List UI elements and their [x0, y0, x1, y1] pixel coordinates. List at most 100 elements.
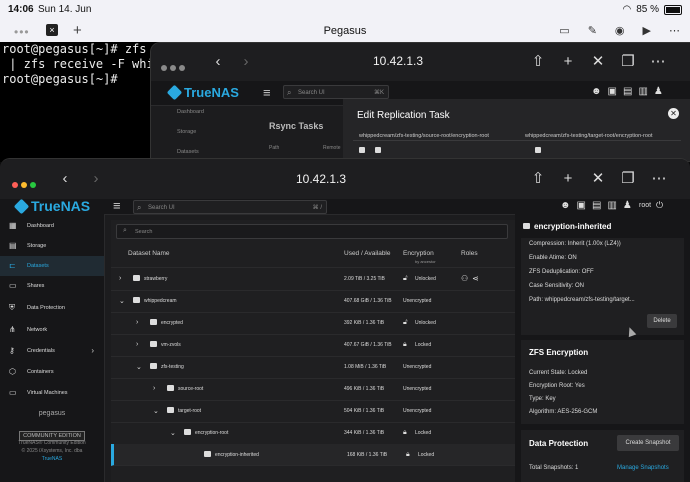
front-browser-window[interactable]: ‹ › 10.42.1.3 ⇧ + ✕ ❐ ⋯ TrueNAS ≡ ⌕ Searc…: [0, 158, 690, 482]
col-dataset-name[interactable]: Dataset Name: [128, 250, 170, 257]
sidebar-item-credentials[interactable]: ⚷ Credentials ›: [0, 341, 104, 361]
back-button[interactable]: ‹: [54, 169, 76, 189]
table-row[interactable]: › strawberry 2.09 TiB / 3.25 TiB 🔓︎ Unlocked…: [111, 268, 515, 291]
sidebar-item-containers[interactable]: ⬡ Containers: [0, 362, 104, 382]
source-path: whippedcream/zfs-testing/source-root/enc…: [359, 133, 489, 139]
sidebar-item-network[interactable]: ⋔ Network: [0, 320, 104, 340]
feedback-icon[interactable]: ☻: [560, 200, 571, 211]
back-nav-storage[interactable]: Storage: [177, 129, 196, 135]
table-row[interactable]: ⌄ encryption-root 344 KiB / 1.36 TiB 🔒︎ Lock…: [111, 422, 515, 445]
chevron-right-icon[interactable]: ›: [136, 319, 138, 326]
keyboard-icon[interactable]: ▭: [559, 24, 569, 37]
tasks-icon[interactable]: ▥: [638, 86, 647, 97]
app-role-icon[interactable]: ⚇: [461, 274, 472, 283]
address-bar[interactable]: 10.42.1.3: [296, 172, 346, 186]
chevron-down-icon[interactable]: ⌄: [153, 407, 159, 415]
locked-icon: 🔒︎: [403, 340, 407, 348]
new-tab-icon[interactable]: +: [557, 52, 579, 72]
new-tab-icon[interactable]: +: [557, 169, 579, 189]
pencil-icon[interactable]: ✎: [588, 24, 597, 37]
locked-icon: 🔒︎: [406, 450, 410, 458]
power-icon[interactable]: ⏻: [656, 200, 663, 211]
copyright-link[interactable]: TrueNAS: [0, 456, 104, 462]
chevron-down-icon[interactable]: ⌄: [119, 297, 125, 305]
tasks-icon[interactable]: ▥: [607, 200, 616, 211]
dataset-search-input[interactable]: ⌕ Search: [116, 224, 508, 239]
close-icon[interactable]: ✕: [587, 52, 609, 72]
window-controls[interactable]: [161, 58, 188, 76]
chevron-down-icon[interactable]: ⌄: [136, 363, 142, 371]
more-icon[interactable]: ⋯: [669, 24, 680, 37]
play-icon[interactable]: ▶: [643, 24, 651, 37]
sidebar-item-data-protection[interactable]: ⛨ Data Protection: [0, 298, 104, 318]
tabs-icon[interactable]: ❐: [617, 52, 639, 72]
col-used-available[interactable]: Used / Available: [344, 250, 391, 257]
encryption-card-title: ZFS Encryption: [529, 348, 589, 357]
alerts-icon[interactable]: ♟: [623, 200, 632, 211]
table-row[interactable]: › vm-zvols 407.67 GiB / 1.36 TiB 🔒︎ Locked: [111, 334, 515, 357]
menu-icon[interactable]: ≡: [113, 198, 121, 213]
datasets-icon: ⊏: [9, 261, 16, 270]
chevron-right-icon[interactable]: ›: [153, 385, 155, 392]
more-icon[interactable]: ⋯: [647, 52, 669, 72]
sidebar-item-datasets[interactable]: ⊏ Datasets: [0, 256, 104, 276]
delete-button[interactable]: Delete: [647, 314, 677, 328]
tabs-icon[interactable]: ❐: [617, 169, 639, 189]
share-role-icon[interactable]: ⋖: [472, 274, 483, 283]
create-snapshot-button[interactable]: Create Snapshot: [617, 435, 679, 451]
search-ui-input[interactable]: ⌕ Search UI ⌘K: [283, 85, 389, 99]
search-icon: ⌕: [287, 88, 292, 97]
user-name[interactable]: root: [639, 202, 651, 209]
col-encryption[interactable]: Encryption: [403, 250, 434, 257]
terminal-tab-bar: ••• × + Pegasus ▭ ✎ ◉ ▶ ⋯: [0, 20, 690, 42]
source-checkbox[interactable]: [359, 147, 365, 153]
search-icon: ⌕: [123, 227, 127, 234]
table-row[interactable]: encryption-inherited 168 KiB / 1.36 TiB 🔒︎…: [111, 444, 515, 466]
feedback-icon[interactable]: ☻: [591, 86, 602, 97]
more-icon[interactable]: ⋯: [648, 169, 670, 189]
sidebar-item-dashboard[interactable]: ▦ Dashboard: [0, 216, 104, 236]
share-icon[interactable]: ⇧: [527, 52, 549, 72]
dialog-close-button[interactable]: ✕: [668, 108, 679, 119]
forward-button[interactable]: ›: [235, 52, 257, 72]
forward-button[interactable]: ›: [85, 169, 107, 189]
status-time: 14:06: [8, 4, 34, 15]
truenas-logo[interactable]: TrueNAS: [166, 84, 239, 101]
table-row[interactable]: › source-root 496 KiB / 1.36 TiB Unencrypte…: [111, 378, 515, 401]
sidebar-item-storage[interactable]: ▤ Storage: [0, 236, 104, 256]
table-row[interactable]: ⌄ target-root 504 KiB / 1.36 TiB Unencrypte…: [111, 400, 515, 423]
dataset-name: source-root: [178, 386, 204, 392]
details-panel: encryption-inherited Compression: Inheri…: [515, 214, 690, 482]
microphone-icon[interactable]: ◉: [615, 24, 625, 37]
sidebar-item-virtual-machines[interactable]: ▭ Virtual Machines: [0, 383, 104, 403]
table-row[interactable]: › encrypted 392 KiB / 1.36 TiB 🔓︎ Unlocked: [111, 312, 515, 335]
target-dataset-icon: [535, 147, 541, 153]
back-button[interactable]: ‹: [207, 52, 229, 72]
manage-snapshots-link[interactable]: Manage Snapshots: [617, 465, 669, 471]
window-controls[interactable]: [12, 175, 39, 193]
ix-icon[interactable]: ▣: [577, 200, 586, 211]
address-bar[interactable]: 10.42.1.3: [373, 54, 423, 68]
dataset-icon: [133, 297, 140, 303]
chevron-right-icon[interactable]: ›: [136, 341, 138, 348]
menu-icon[interactable]: ≡: [263, 85, 271, 100]
datasets-table-panel: ⌕ Search Dataset Name Used / Available En…: [111, 220, 515, 482]
alerts-icon[interactable]: ♟: [654, 86, 663, 97]
truenas-logo[interactable]: TrueNAS: [13, 198, 90, 214]
back-browser-window[interactable]: ‹ › 10.42.1.3 ⇧ + ✕ ❐ ⋯ TrueNAS ≡ ⌕ Searc…: [150, 42, 690, 162]
back-nav-dashboard[interactable]: Dashboard: [177, 109, 204, 115]
source-dataset-icon: [375, 147, 381, 153]
sidebar-item-shares[interactable]: ▭ Shares: [0, 276, 104, 296]
ix-icon[interactable]: ▣: [608, 86, 617, 97]
back-nav-datasets[interactable]: Datasets: [177, 149, 199, 155]
share-icon[interactable]: ⇧: [527, 169, 549, 189]
table-row[interactable]: ⌄ zfs-testing 1.08 MiB / 1.36 TiB Unencrypt…: [111, 356, 515, 379]
chevron-right-icon[interactable]: ›: [119, 275, 121, 282]
table-row[interactable]: ⌄ whippedcream 407.68 GiB / 1.36 TiB Unencr…: [111, 290, 515, 313]
close-icon[interactable]: ✕: [587, 169, 609, 189]
col-roles[interactable]: Roles: [461, 250, 478, 257]
directory-icon[interactable]: ▤: [592, 200, 601, 211]
search-ui-input[interactable]: ⌕ Search UI ⌘ /: [133, 200, 327, 214]
chevron-down-icon[interactable]: ⌄: [170, 429, 176, 437]
directory-icon[interactable]: ▤: [623, 86, 632, 97]
